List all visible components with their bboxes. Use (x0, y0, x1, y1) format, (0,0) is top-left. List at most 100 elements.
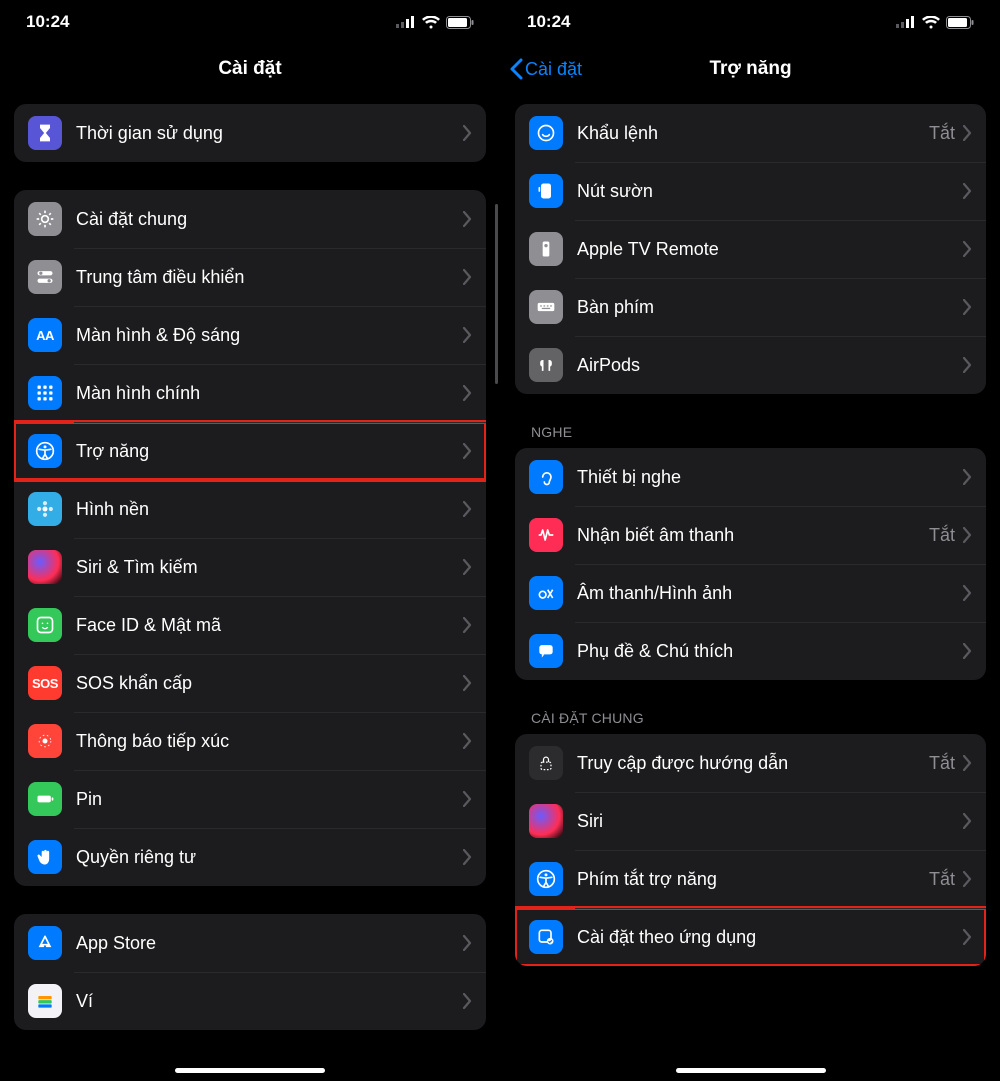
chevron-right-icon (463, 501, 472, 517)
row-label: Ví (76, 991, 463, 1012)
section-header-general: CÀI ĐẶT CHUNG (531, 710, 986, 726)
chevron-right-icon (463, 849, 472, 865)
section-header-hear: NGHE (531, 424, 986, 440)
chevron-right-icon (463, 617, 472, 633)
row-access[interactable]: Trợ năng (14, 422, 486, 480)
AA-icon: AA (28, 318, 62, 352)
row-soundrec[interactable]: Nhận biết âm thanhTắt (515, 506, 986, 564)
row-captions[interactable]: Phụ đề & Chú thích (515, 622, 986, 680)
chevron-right-icon (963, 299, 972, 315)
back-button[interactable]: Cài đặt (509, 58, 582, 80)
chevron-right-icon (963, 813, 972, 829)
remote-icon (529, 232, 563, 266)
row-home[interactable]: Màn hình chính (14, 364, 486, 422)
chevron-right-icon (463, 211, 472, 227)
status-bar: 10:24 (501, 0, 1000, 44)
chevron-right-icon (463, 269, 472, 285)
row-display[interactable]: AAMàn hình & Độ sáng (14, 306, 486, 364)
status-time: 10:24 (527, 12, 570, 32)
switches-icon (28, 260, 62, 294)
status-right (896, 16, 974, 29)
group-controls: Khẩu lệnhTắtNút sườnApple TV Remote Bàn p… (515, 104, 986, 394)
row-label: Thời gian sử dụng (76, 123, 463, 144)
row-wallet[interactable]: Ví (14, 972, 486, 1030)
page-title: Trợ năng (709, 58, 791, 80)
group-main: Cài đặt chungTrung tâm điều khiểnAAMàn h… (14, 190, 486, 886)
row-general[interactable]: Cài đặt chung (14, 190, 486, 248)
row-guided[interactable]: Truy cập được hướng dẫnTắt (515, 734, 986, 792)
chevron-right-icon (963, 357, 972, 373)
row-label: Thiết bị nghe (577, 467, 963, 488)
row-label: Phụ đề & Chú thích (577, 641, 963, 662)
home-indicator[interactable] (676, 1068, 826, 1073)
chevron-right-icon (463, 559, 472, 575)
nav-header: Cài đặt Trợ năng (501, 44, 1000, 94)
chevron-right-icon (963, 643, 972, 659)
row-siri[interactable]: Siri & Tìm kiếm (14, 538, 486, 596)
row-label: Bàn phím (577, 297, 963, 318)
row-voicectl[interactable]: Khẩu lệnhTắt (515, 104, 986, 162)
speech-icon (529, 634, 563, 668)
status-time: 10:24 (26, 12, 69, 32)
chevron-right-icon (963, 125, 972, 141)
scrollbar[interactable] (495, 204, 498, 384)
row-label: Cài đặt theo ứng dụng (577, 927, 963, 948)
row-sirir[interactable]: Siri (515, 792, 986, 850)
battery-icon (946, 16, 974, 29)
row-value: Tắt (929, 869, 955, 890)
row-shortcut[interactable]: Phím tắt trợ năngTắt (515, 850, 986, 908)
row-airpods[interactable]: AirPods (515, 336, 986, 394)
chevron-right-icon (463, 443, 472, 459)
home-indicator[interactable] (175, 1068, 325, 1073)
row-exposure[interactable]: Thông báo tiếp xúc (14, 712, 486, 770)
row-sos[interactable]: SOSSOS khẩn cấp (14, 654, 486, 712)
row-perapp[interactable]: Cài đặt theo ứng dụng (515, 908, 986, 966)
row-appstore[interactable]: App Store (14, 914, 486, 972)
kbd-icon (529, 290, 563, 324)
row-label: App Store (76, 933, 463, 954)
row-label: Siri (577, 811, 963, 832)
status-right (396, 16, 474, 29)
chevron-right-icon (963, 241, 972, 257)
accessibility-body[interactable]: Khẩu lệnhTắtNút sườnApple TV RemoteBàn p… (501, 94, 1000, 1081)
row-hearing[interactable]: Thiết bị nghe (515, 448, 986, 506)
chevron-right-icon (463, 935, 472, 951)
row-wallpaper[interactable]: Hình nền (14, 480, 486, 538)
row-label: Face ID & Mật mã (76, 615, 463, 636)
row-keyboards[interactable]: Bàn phím (515, 278, 986, 336)
chevron-right-icon (463, 791, 472, 807)
chevron-right-icon (463, 993, 472, 1009)
ear-icon (529, 460, 563, 494)
row-label: Khẩu lệnh (577, 123, 929, 144)
chevron-right-icon (963, 585, 972, 601)
row-tvremote[interactable]: Apple TV Remote (515, 220, 986, 278)
faceid-icon (28, 608, 62, 642)
row-label: Âm thanh/Hình ảnh (577, 583, 963, 604)
chevron-left-icon (509, 58, 523, 80)
wifi-icon (422, 16, 440, 29)
group-hearing: Thiết bị nghe Nhận biết âm thanhTắt Âm tha… (515, 448, 986, 680)
wave-icon (529, 518, 563, 552)
settings-body[interactable]: Thời gian sử dụng Cài đặt chung Trung tâm… (0, 94, 500, 1081)
voice-icon (529, 116, 563, 150)
page-title: Cài đặt (218, 58, 281, 80)
row-screentime[interactable]: Thời gian sử dụng (14, 104, 486, 162)
flower-icon (28, 492, 62, 526)
row-privacy[interactable]: Quyền riêng tư (14, 828, 486, 886)
wallet-icon (28, 984, 62, 1018)
row-sidebtn[interactable]: Nút sườn (515, 162, 986, 220)
appstore-icon (28, 926, 62, 960)
row-label: Trung tâm điều khiển (76, 267, 463, 288)
row-battery[interactable]: Pin (14, 770, 486, 828)
row-faceid[interactable]: Face ID & Mật mã (14, 596, 486, 654)
row-av[interactable]: Âm thanh/Hình ảnh (515, 564, 986, 622)
row-label: AirPods (577, 355, 963, 376)
chevron-right-icon (463, 385, 472, 401)
group-store: App Store Ví (14, 914, 486, 1030)
airpods-icon (529, 348, 563, 382)
hand-icon (28, 840, 62, 874)
access-icon (28, 434, 62, 468)
siri-icon (28, 550, 62, 584)
row-control[interactable]: Trung tâm điều khiển (14, 248, 486, 306)
siri-icon (529, 804, 563, 838)
